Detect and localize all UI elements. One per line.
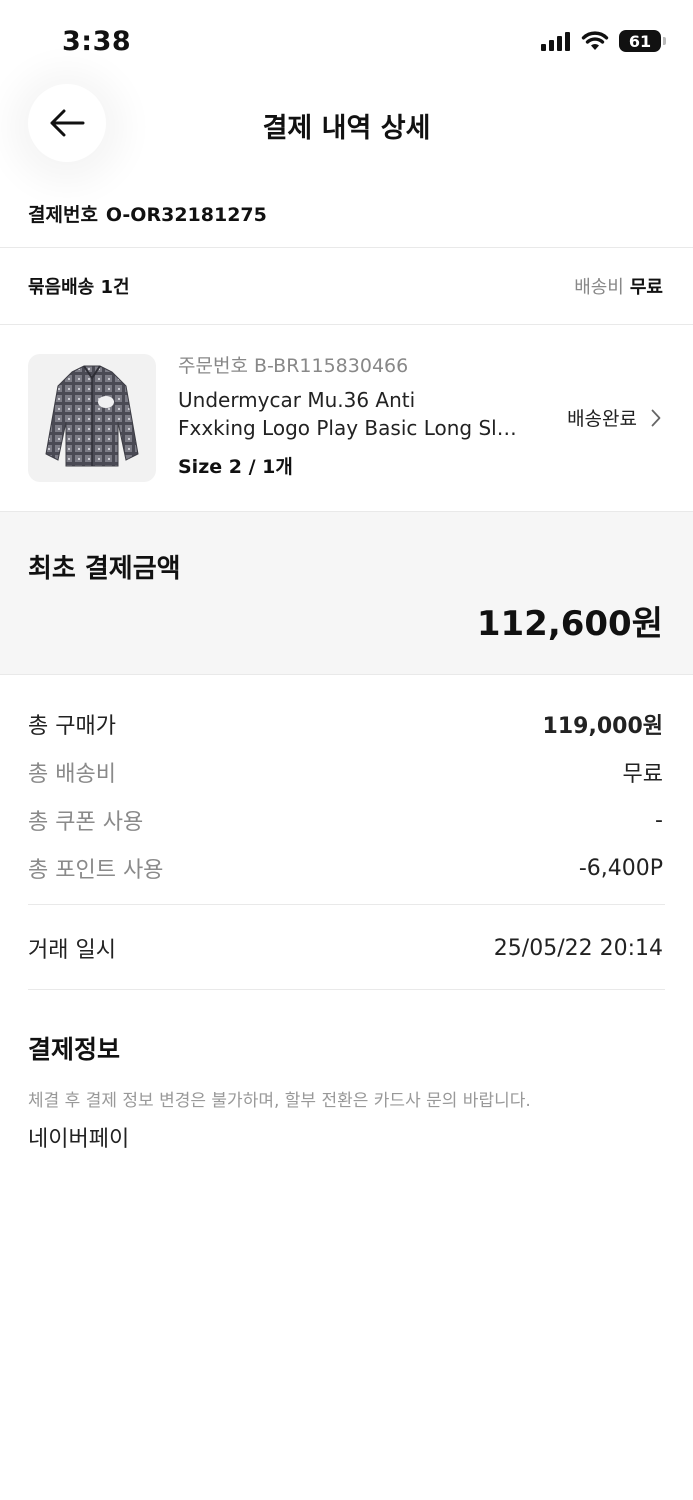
first-payment-section: 최초 결제금액 112,600원 <box>0 512 693 674</box>
payment-number-label: 결제번호 <box>28 204 98 226</box>
bundle-shipping-row: 묶음배송 1건 배송비 무료 <box>28 272 663 300</box>
payment-number-value: O-OR32181275 <box>105 204 267 226</box>
total-price-value: 119,000원 <box>542 714 663 739</box>
divider <box>28 904 665 905</box>
total-coupon-label: 총 쿠폰 사용 <box>28 810 144 835</box>
product-name: Undermycar Mu.36 Anti Fxxking Logo Play … <box>178 386 528 442</box>
page-title: 결제 내역 상세 <box>262 113 431 144</box>
first-payment-label: 최초 결제금액 <box>28 554 181 584</box>
cellular-signal-icon <box>541 32 570 51</box>
product-thumbnail <box>28 354 156 482</box>
summary-row-shipping: 총 배송비 무료 <box>28 748 663 796</box>
product-name-line2: Fxxking Logo Play Basic Long Sleeve Shir… <box>178 416 523 440</box>
total-shipping-label: 총 배송비 <box>28 762 116 787</box>
summary-row-total-price: 총 구매가 119,000원 <box>28 700 663 748</box>
battery-icon: 61 <box>619 30 666 52</box>
shipping-fee: 배송비 무료 <box>574 273 663 299</box>
divider <box>28 989 665 990</box>
summary-row-coupon: 총 쿠폰 사용 - <box>28 796 663 844</box>
header: 결제 내역 상세 <box>0 84 693 164</box>
product-info: 주문번호 B-BR115830466 Undermycar Mu.36 Anti… <box>178 354 528 479</box>
battery-level: 61 <box>628 31 652 51</box>
total-shipping-value: 무료 <box>622 762 663 787</box>
product-size-qty: Size 2 / 1개 <box>178 456 293 478</box>
status-icons: 61 <box>541 30 666 52</box>
shipping-fee-value: 무료 <box>629 277 663 298</box>
transaction-datetime-row: 거래 일시 25/05/22 20:14 <box>28 928 663 968</box>
payment-method: 네이버페이 <box>28 1127 130 1152</box>
wifi-icon <box>581 31 609 50</box>
status-time: 3:38 <box>62 26 132 57</box>
product-order-number: 주문번호 B-BR115830466 <box>178 355 409 377</box>
chevron-right-icon <box>651 409 661 426</box>
divider <box>0 674 693 675</box>
bundle-count: 묶음배송 1건 <box>28 277 130 298</box>
delivery-status: 배송완료 <box>567 408 637 430</box>
total-price-label: 총 구매가 <box>28 714 116 739</box>
divider <box>0 247 693 248</box>
product-item[interactable]: 주문번호 B-BR115830466 Undermycar Mu.36 Anti… <box>28 354 665 482</box>
total-coupon-value: - <box>655 807 663 833</box>
total-points-value: -6,400P <box>578 855 663 881</box>
total-points-label: 총 포인트 사용 <box>28 858 164 883</box>
shipping-fee-label: 배송비 <box>574 277 624 298</box>
transaction-datetime-value: 25/05/22 20:14 <box>493 935 663 961</box>
payment-number: 결제번호 O-OR32181275 <box>28 200 267 227</box>
first-payment-amount: 112,600원 <box>476 604 663 644</box>
status-bar: 3:38 61 <box>0 0 693 84</box>
delivery-status-link[interactable]: 배송완료 <box>567 404 661 431</box>
shirt-image <box>45 365 139 467</box>
payment-summary: 총 구매가 119,000원 총 배송비 무료 총 쿠폰 사용 - 총 포인트 … <box>28 700 663 892</box>
transaction-datetime-label: 거래 일시 <box>28 938 116 963</box>
payment-info-section: 결제정보 체결 후 결제 정보 변경은 불가하며, 할부 전환은 카드사 문의 … <box>28 1030 665 1153</box>
payment-info-title: 결제정보 <box>28 1035 121 1064</box>
divider <box>0 324 693 325</box>
payment-info-notice: 체결 후 결제 정보 변경은 불가하며, 할부 전환은 카드사 문의 바랍니다. <box>28 1091 531 1111</box>
product-name-line1: Undermycar Mu.36 Anti <box>178 388 416 412</box>
summary-row-points: 총 포인트 사용 -6,400P <box>28 844 663 892</box>
